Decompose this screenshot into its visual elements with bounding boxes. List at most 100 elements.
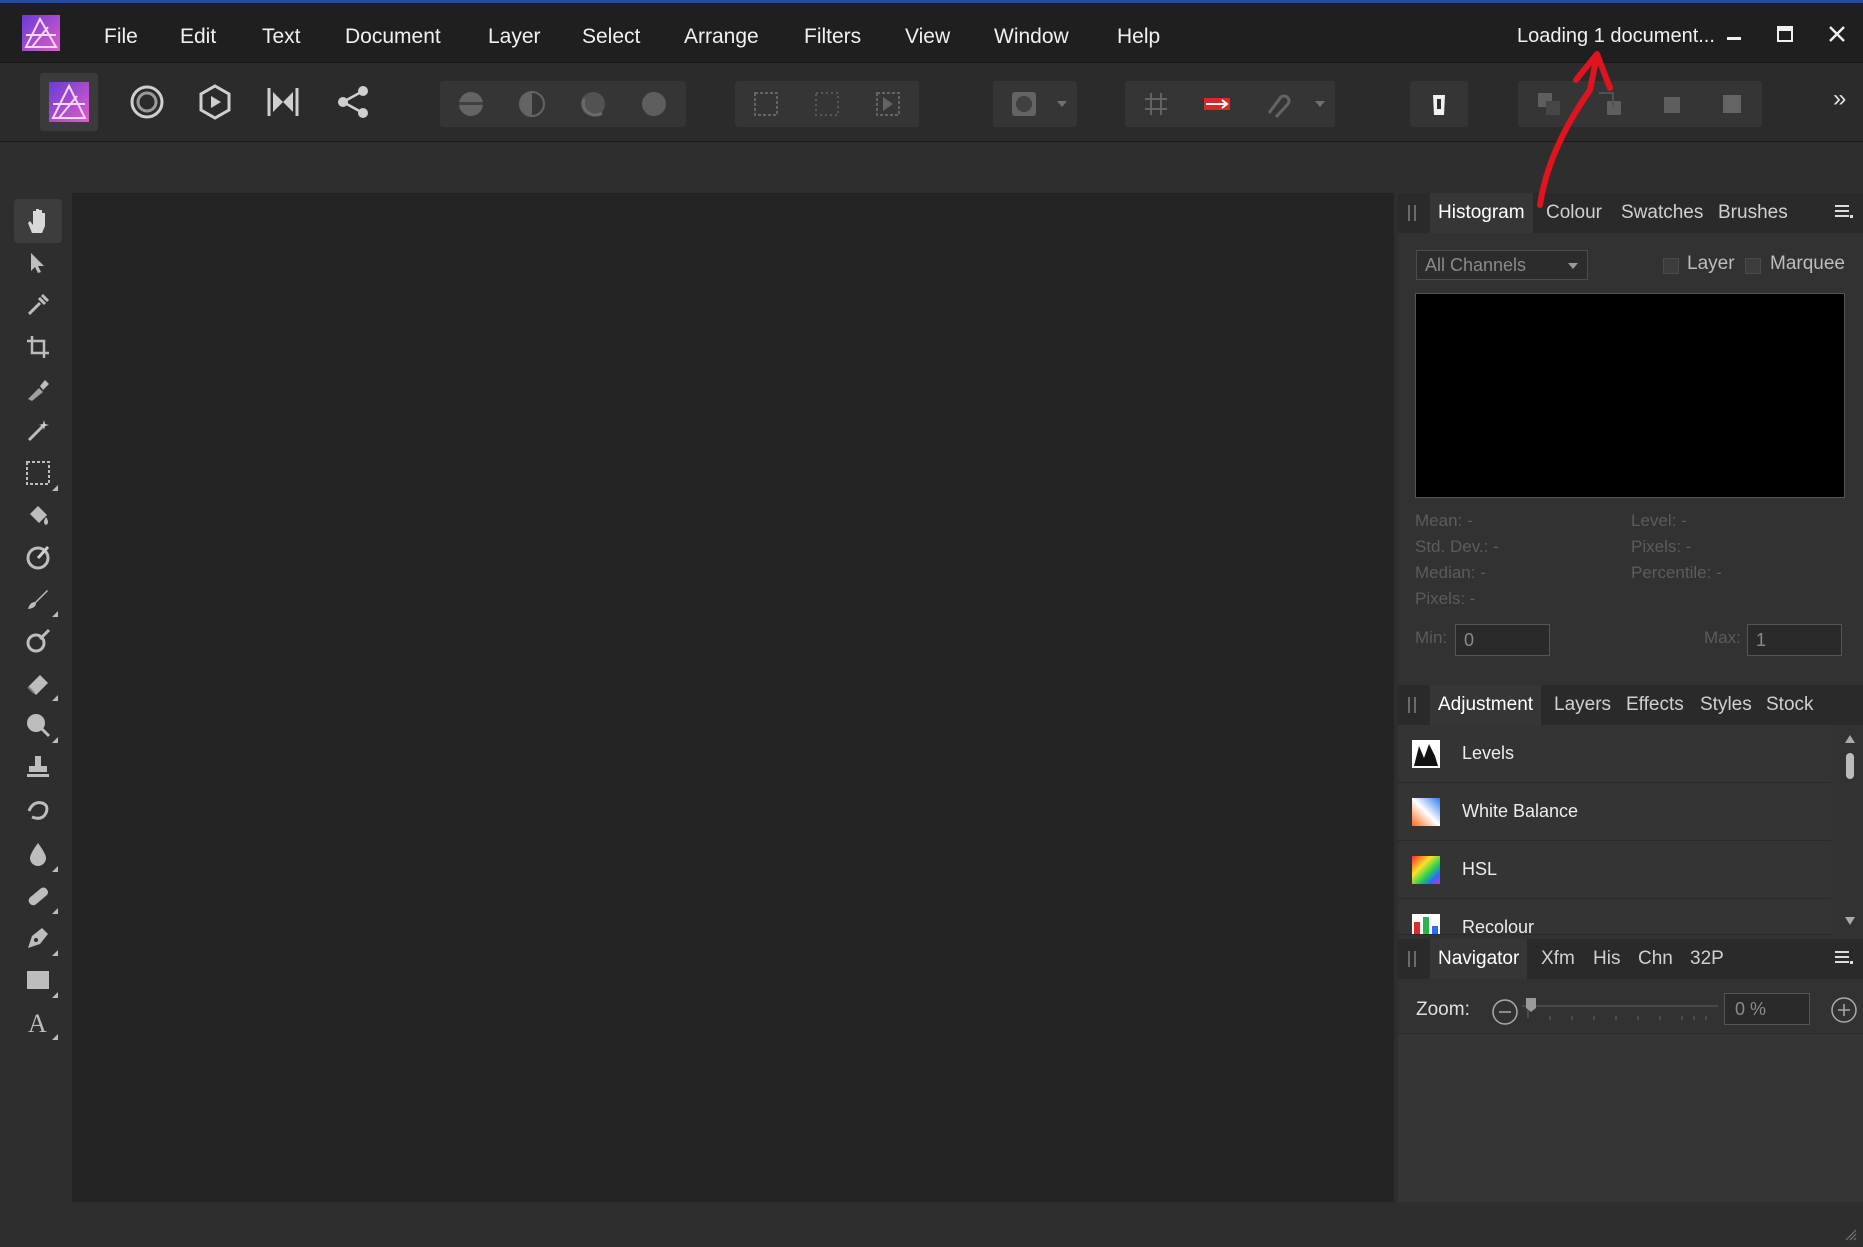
tab-effects[interactable]: Effects xyxy=(1626,685,1684,725)
zoom-value-input[interactable]: 0 % xyxy=(1724,993,1810,1025)
quick-mask-dropdown[interactable] xyxy=(1050,81,1074,127)
crop-tool[interactable] xyxy=(14,325,62,369)
max-input[interactable]: 1 xyxy=(1747,624,1842,656)
pen-tool[interactable] xyxy=(14,916,62,960)
layer-checkbox[interactable] xyxy=(1663,258,1679,274)
adjustment-white-balance[interactable]: White Balance xyxy=(1398,783,1831,841)
menu-select[interactable]: Select xyxy=(582,25,640,49)
paint-brush-tool[interactable] xyxy=(14,577,62,621)
navigator-preview[interactable] xyxy=(1398,1033,1863,1202)
tab-styles[interactable]: Styles xyxy=(1700,685,1752,725)
adjustment-recolour[interactable]: Recolour xyxy=(1398,899,1831,935)
zoom-in-icon[interactable] xyxy=(1830,996,1858,1024)
menu-arrange[interactable]: Arrange xyxy=(684,25,759,49)
dodge-brush-tool[interactable] xyxy=(14,703,62,747)
auto-contrast-button[interactable] xyxy=(503,81,561,127)
panel-grip-handle[interactable] xyxy=(1408,697,1416,713)
healing-brush-tool[interactable] xyxy=(14,874,62,918)
artistic-text-tool[interactable]: A xyxy=(14,1000,62,1044)
tab-navigator[interactable]: Navigator xyxy=(1430,939,1528,979)
menu-layer[interactable]: Layer xyxy=(488,25,541,49)
tab-histogram[interactable]: Histogram xyxy=(1430,193,1533,233)
menu-filters[interactable]: Filters xyxy=(804,25,861,49)
adjustment-hsl[interactable]: HSL xyxy=(1398,841,1831,899)
auto-levels-button[interactable] xyxy=(442,81,500,127)
colour-picker-tool[interactable] xyxy=(14,283,62,327)
panel-menu-icon[interactable] xyxy=(1835,205,1853,219)
tab-stock[interactable]: Stock xyxy=(1766,685,1814,725)
flood-select-tool[interactable] xyxy=(14,409,62,453)
tab-history[interactable]: His xyxy=(1593,939,1620,979)
document-canvas[interactable] xyxy=(72,193,1394,1202)
min-input[interactable]: 0 xyxy=(1455,624,1550,656)
force-pixel-alignment-button[interactable] xyxy=(1188,81,1246,127)
marquee-checkbox[interactable] xyxy=(1745,258,1761,274)
affinity-photo-logo-icon[interactable] xyxy=(22,15,60,51)
panel-grip-handle[interactable] xyxy=(1408,205,1416,221)
move-tool[interactable] xyxy=(14,241,62,285)
smudge-icon xyxy=(27,801,49,820)
panel-menu-icon[interactable] xyxy=(1835,951,1853,965)
zoom-slider[interactable] xyxy=(1522,996,1718,1026)
tone-mapping-persona-button[interactable] xyxy=(254,73,312,131)
assistant-butler-icon xyxy=(1433,95,1445,115)
tab-channels[interactable]: Chn xyxy=(1638,939,1673,979)
auto-white-balance-button[interactable] xyxy=(625,81,683,127)
minimize-button[interactable] xyxy=(1714,17,1754,51)
blur-brush-tool[interactable] xyxy=(14,832,62,876)
scrollbar-thumb[interactable] xyxy=(1846,753,1854,779)
flood-fill-tool[interactable] xyxy=(14,493,62,537)
selection-brush-tool[interactable] xyxy=(14,367,62,411)
adjustment-scrollbar[interactable] xyxy=(1843,733,1857,925)
tab-transform[interactable]: Xfm xyxy=(1541,939,1575,979)
close-button[interactable] xyxy=(1817,17,1857,51)
menu-view[interactable]: View xyxy=(905,25,950,49)
tab-colour[interactable]: Colour xyxy=(1546,193,1602,233)
move-to-back-button[interactable] xyxy=(1520,81,1578,127)
liquify-persona-button[interactable] xyxy=(118,73,176,131)
gradient-tool[interactable] xyxy=(14,535,62,579)
rectangle-tool[interactable] xyxy=(14,958,62,1002)
menu-help[interactable]: Help xyxy=(1117,25,1160,49)
snapping-button[interactable] xyxy=(1249,81,1307,127)
photo-persona-button[interactable] xyxy=(40,73,98,131)
rectangular-marquee-tool[interactable] xyxy=(14,451,62,495)
move-to-front-button[interactable] xyxy=(1703,81,1761,127)
tab-32-bit-preview[interactable]: 32P xyxy=(1690,939,1724,979)
export-persona-button[interactable] xyxy=(324,73,382,131)
develop-persona-button[interactable] xyxy=(186,73,244,131)
smudge-brush-tool[interactable] xyxy=(14,787,62,831)
menu-text[interactable]: Text xyxy=(262,25,301,49)
quick-mask-button[interactable] xyxy=(995,81,1053,127)
menu-window[interactable]: Window xyxy=(994,25,1069,49)
tab-brushes[interactable]: Brushes xyxy=(1718,193,1788,233)
channel-select[interactable]: All Channels xyxy=(1416,250,1588,280)
menu-edit[interactable]: Edit xyxy=(180,25,216,49)
maximize-button[interactable] xyxy=(1765,17,1805,51)
menu-document[interactable]: Document xyxy=(345,25,441,49)
colour-replacement-tool[interactable] xyxy=(14,619,62,663)
erase-brush-tool[interactable] xyxy=(14,661,62,705)
zoom-out-icon[interactable] xyxy=(1491,998,1519,1026)
grid-button[interactable] xyxy=(1127,81,1185,127)
auto-colours-button[interactable] xyxy=(564,81,622,127)
adjustment-levels[interactable]: Levels xyxy=(1398,725,1831,783)
snapping-dropdown[interactable] xyxy=(1308,81,1332,127)
clone-brush-tool[interactable] xyxy=(14,745,62,789)
deselect-button[interactable] xyxy=(798,81,856,127)
stat-median: Median: - xyxy=(1415,563,1486,582)
assistant-button[interactable] xyxy=(1410,81,1468,127)
panel-grip-handle[interactable] xyxy=(1408,951,1416,967)
move-to-front-icon xyxy=(1723,95,1741,113)
menu-file[interactable]: File xyxy=(104,25,138,49)
move-back-one-button[interactable] xyxy=(1581,81,1639,127)
resize-grip-icon[interactable] xyxy=(1843,1227,1857,1241)
toolbar-overflow-button[interactable]: » xyxy=(1833,85,1846,113)
tab-adjustment[interactable]: Adjustment xyxy=(1430,685,1542,725)
view-tool[interactable] xyxy=(14,199,62,243)
move-forward-one-button[interactable] xyxy=(1642,81,1700,127)
select-all-button[interactable] xyxy=(737,81,795,127)
tab-swatches[interactable]: Swatches xyxy=(1621,193,1703,233)
tab-layers[interactable]: Layers xyxy=(1554,685,1611,725)
invert-selection-button[interactable] xyxy=(859,81,917,127)
